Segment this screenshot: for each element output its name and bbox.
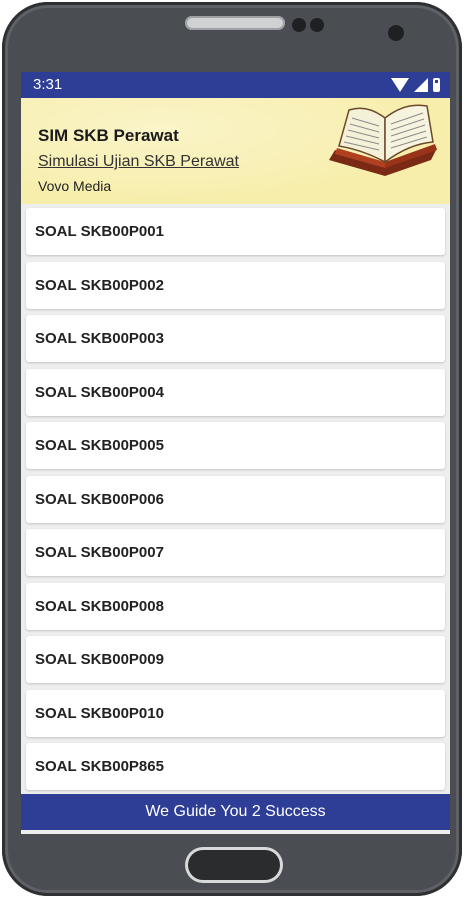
phone-frame: 3:31 SIM SKB Perawat Simulasi Ujian SKB … <box>2 2 462 896</box>
list-item-label: SOAL SKB00P005 <box>35 437 164 454</box>
list-item-label: SOAL SKB00P008 <box>35 597 164 615</box>
wifi-icon <box>391 78 409 92</box>
status-bar: 3:31 <box>21 72 450 98</box>
list-item-label: SOAL SKB00P003 <box>35 330 164 347</box>
list-item[interactable]: SOAL SKB00P006 <box>26 475 445 523</box>
app-publisher: Vovo Media <box>38 178 112 194</box>
footer-text: We Guide You 2 Success <box>145 803 326 820</box>
exam-list: SOAL SKB00P001 SOAL SKB00P002 SOAL SKB00… <box>26 208 445 797</box>
footer-banner: We Guide You 2 Success <box>21 794 450 830</box>
app-subtitle-link[interactable]: Simulasi Ujian SKB Perawat <box>38 153 239 171</box>
signal-icon <box>414 78 428 92</box>
list-item[interactable]: SOAL SKB00P002 <box>26 261 445 309</box>
status-icons <box>391 77 440 93</box>
open-book-icon <box>329 104 437 176</box>
list-item[interactable]: SOAL SKB00P865 <box>26 743 445 790</box>
list-item-label: SOAL SKB00P002 <box>35 276 164 294</box>
list-item-label: SOAL SKB00P007 <box>35 544 164 561</box>
list-item-label: SOAL SKB00P004 <box>35 383 164 401</box>
list-item-label: SOAL SKB00P010 <box>35 704 164 722</box>
app-title: SIM SKB Perawat <box>38 126 179 145</box>
front-camera <box>388 25 404 41</box>
app-screen: 3:31 SIM SKB Perawat Simulasi Ujian SKB … <box>21 72 450 834</box>
list-item-label: SOAL SKB00P009 <box>35 651 164 668</box>
list-item[interactable]: SOAL SKB00P005 <box>26 422 445 469</box>
list-item[interactable]: SOAL SKB00P001 <box>26 208 445 255</box>
speaker-grille <box>185 16 285 30</box>
list-item[interactable]: SOAL SKB00P004 <box>26 368 445 416</box>
sensor-dot <box>292 18 306 32</box>
list-item[interactable]: SOAL SKB00P007 <box>26 529 445 576</box>
list-item-label: SOAL SKB00P865 <box>35 758 164 775</box>
list-item[interactable]: SOAL SKB00P003 <box>26 315 445 362</box>
list-item[interactable]: SOAL SKB00P008 <box>26 582 445 630</box>
app-header: SIM SKB Perawat Simulasi Ujian SKB Peraw… <box>21 98 450 204</box>
list-item-label: SOAL SKB00P001 <box>35 223 164 240</box>
list-item-label: SOAL SKB00P006 <box>35 490 164 508</box>
status-time: 3:31 <box>33 76 63 93</box>
sensor-dot <box>310 18 324 32</box>
home-button[interactable] <box>188 850 280 880</box>
list-item[interactable]: SOAL SKB00P010 <box>26 689 445 737</box>
list-item[interactable]: SOAL SKB00P009 <box>26 636 445 683</box>
battery-icon <box>433 78 440 92</box>
